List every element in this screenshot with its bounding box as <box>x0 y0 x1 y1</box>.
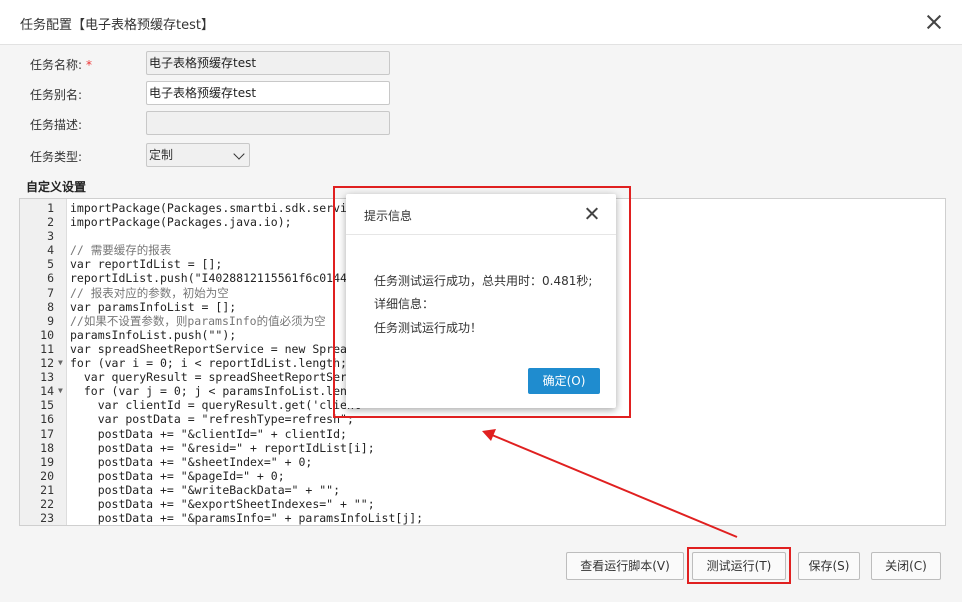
annotation-arrow <box>482 429 738 538</box>
task-config-window: 任务配置【电子表格预缓存test】 任务名称: * 电子表格预缓存test 任务别… <box>0 0 962 602</box>
